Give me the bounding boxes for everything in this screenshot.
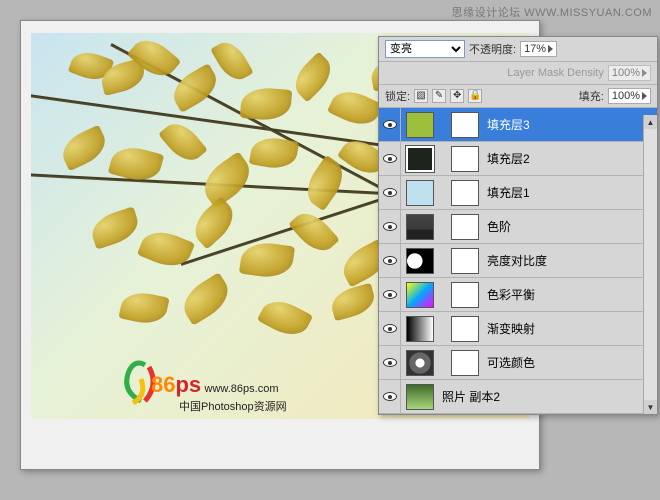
link-icon (436, 112, 446, 138)
eye-icon (383, 120, 397, 129)
layer-name: 填充层2 (487, 150, 530, 167)
visibility-toggle[interactable] (379, 108, 401, 141)
logo-86: 86 (151, 372, 175, 397)
layer-thumb[interactable] (406, 112, 434, 138)
layer-mask-thumb[interactable] (451, 112, 479, 138)
fill-label: 填充: (579, 88, 604, 104)
eye-icon (383, 154, 397, 163)
link-icon (436, 350, 446, 376)
layer-row[interactable]: 色阶 (379, 210, 657, 244)
layer-thumb[interactable] (406, 180, 434, 206)
layer-name: 照片 副本2 (442, 388, 500, 405)
layer-mask-thumb[interactable] (451, 180, 479, 206)
visibility-toggle[interactable] (379, 278, 401, 311)
lock-all-icon[interactable]: 🔒 (468, 89, 482, 103)
layer-row[interactable]: 照片 副本2 (379, 380, 657, 414)
visibility-toggle[interactable] (379, 346, 401, 379)
blend-mode-select[interactable]: 变亮 (385, 40, 465, 58)
panel-scrollbar[interactable]: ▲ ▼ (643, 115, 657, 414)
visibility-toggle[interactable] (379, 380, 401, 413)
layer-thumb[interactable] (406, 214, 434, 240)
scroll-down-icon[interactable]: ▼ (644, 400, 657, 414)
layer-name: 填充层1 (487, 184, 530, 201)
layers-panel: 变亮 不透明度: 17% Layer Mask Density 100% 锁定:… (378, 36, 658, 415)
layer-row[interactable]: 渐变映射 (379, 312, 657, 346)
eye-icon (383, 392, 397, 401)
layer-name: 色阶 (487, 218, 511, 235)
logo-site: www.86ps.com (205, 383, 279, 395)
lock-label: 锁定: (385, 88, 410, 104)
layer-row[interactable]: 填充层2 (379, 142, 657, 176)
lock-transparency-icon[interactable]: ▧ (414, 89, 428, 103)
layer-row[interactable]: 可选颜色 (379, 346, 657, 380)
visibility-toggle[interactable] (379, 210, 401, 243)
visibility-toggle[interactable] (379, 244, 401, 277)
watermark-bottom: 86ps www.86ps.com 中国Photoshop资源网 (151, 372, 287, 414)
layer-mask-thumb[interactable] (451, 350, 479, 376)
layer-thumb[interactable] (406, 350, 434, 376)
visibility-toggle[interactable] (379, 176, 401, 209)
mask-density-row: Layer Mask Density 100% (379, 62, 657, 85)
lock-row: 锁定: ▧ ✎ ✥ 🔒 填充: 100% (379, 85, 657, 108)
eye-icon (383, 324, 397, 333)
layer-name: 亮度对比度 (487, 252, 547, 269)
mask-density-label: Layer Mask Density (507, 67, 604, 79)
lock-position-icon[interactable]: ✥ (450, 89, 464, 103)
layer-name: 渐变映射 (487, 320, 535, 337)
link-icon (436, 282, 446, 308)
layer-thumb[interactable] (406, 316, 434, 342)
logo-ps: ps (175, 372, 201, 397)
layer-name: 填充层3 (487, 116, 530, 133)
visibility-toggle[interactable] (379, 142, 401, 175)
layer-thumb[interactable] (406, 248, 434, 274)
opacity-input[interactable]: 17% (520, 41, 557, 57)
link-icon (436, 316, 446, 342)
watermark-top: 思缘设计论坛 WWW.MISSYUAN.COM (452, 4, 652, 20)
layer-row[interactable]: 色彩平衡 (379, 278, 657, 312)
lock-pixels-icon[interactable]: ✎ (432, 89, 446, 103)
visibility-toggle[interactable] (379, 312, 401, 345)
scroll-up-icon[interactable]: ▲ (644, 115, 657, 129)
link-icon (436, 214, 446, 240)
layer-thumb[interactable] (406, 384, 434, 410)
eye-icon (383, 256, 397, 265)
eye-icon (383, 222, 397, 231)
eye-icon (383, 290, 397, 299)
layer-mask-thumb[interactable] (451, 248, 479, 274)
layer-name: 可选颜色 (487, 354, 535, 371)
mask-density-input: 100% (608, 65, 651, 81)
layer-name: 色彩平衡 (487, 286, 535, 303)
chevron-right-icon (642, 92, 647, 100)
chevron-right-icon (642, 69, 647, 77)
lock-icons: ▧ ✎ ✥ 🔒 (414, 89, 483, 103)
eye-icon (383, 188, 397, 197)
layer-row[interactable]: 填充层3 (379, 108, 657, 142)
layers-list: 填充层3 填充层2 填充层1 色阶亮度对比度色彩平衡渐变映射可选颜色照片 副本2 (379, 108, 657, 414)
layer-thumb[interactable] (406, 282, 434, 308)
layer-row[interactable]: 填充层1 (379, 176, 657, 210)
link-icon (436, 180, 446, 206)
layer-mask-thumb[interactable] (451, 282, 479, 308)
link-icon (436, 146, 446, 172)
eye-icon (383, 358, 397, 367)
logo-tagline: 中国Photoshop资源网 (179, 401, 287, 413)
chevron-right-icon (548, 45, 553, 53)
blend-row: 变亮 不透明度: 17% (379, 37, 657, 62)
layer-row[interactable]: 亮度对比度 (379, 244, 657, 278)
link-icon (436, 248, 446, 274)
fill-input[interactable]: 100% (608, 88, 651, 104)
opacity-label: 不透明度: (469, 41, 516, 57)
layer-mask-thumb[interactable] (451, 214, 479, 240)
layer-thumb[interactable] (406, 146, 434, 172)
layer-mask-thumb[interactable] (451, 316, 479, 342)
layer-mask-thumb[interactable] (451, 146, 479, 172)
